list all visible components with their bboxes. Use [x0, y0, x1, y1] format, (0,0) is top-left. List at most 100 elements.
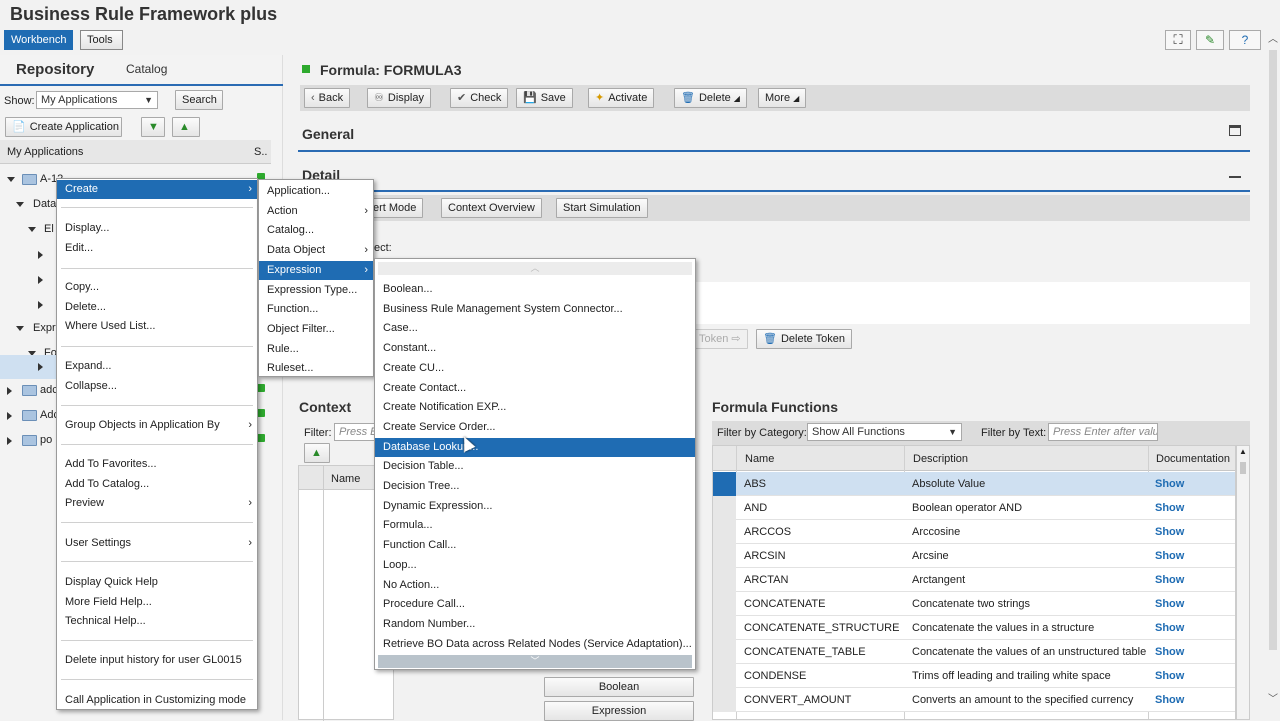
- expression-menu-item[interactable]: Dynamic Expression...: [375, 497, 695, 516]
- maximize-icon[interactable]: [1229, 125, 1241, 136]
- search-button[interactable]: Search: [175, 90, 223, 110]
- expression-menu-item[interactable]: Decision Tree...: [375, 477, 695, 496]
- back-button[interactable]: ‹ Back: [304, 88, 351, 108]
- row-selector[interactable]: [713, 592, 736, 616]
- collapse-icon[interactable]: [7, 437, 12, 445]
- documentation-link[interactable]: Show: [1155, 520, 1235, 544]
- documentation-link[interactable]: Show: [1155, 616, 1235, 640]
- expert-mode-button[interactable]: ert Mode: [366, 198, 424, 218]
- expression-menu-item[interactable]: Boolean...: [375, 280, 695, 299]
- expression-menu-item[interactable]: Function Call...: [375, 536, 695, 555]
- table-row[interactable]: ABS Absolute Value Show: [713, 472, 1235, 496]
- boolean-type-button[interactable]: Boolean: [544, 677, 694, 697]
- functions-scrollbar[interactable]: ▲: [1236, 445, 1250, 720]
- check-button[interactable]: ✔ Check: [450, 88, 509, 108]
- create-menu-item[interactable]: Ruleset...: [259, 359, 373, 378]
- create-menu-item[interactable]: Catalog...: [259, 221, 373, 240]
- context-menu-item[interactable]: Add To Catalog...: [57, 475, 257, 494]
- expression-menu-item[interactable]: Decision Table...: [375, 457, 695, 476]
- fullscreen-icon[interactable]: ⛶: [1165, 30, 1191, 50]
- expression-menu-item[interactable]: Case...: [375, 319, 695, 338]
- expression-menu-item[interactable]: Business Rule Management System Connecto…: [375, 300, 695, 319]
- row-selector[interactable]: [713, 520, 736, 544]
- table-row[interactable]: AND Boolean operator AND Show: [713, 496, 1235, 520]
- menu-scroll-down[interactable]: ﹀: [378, 655, 692, 668]
- row-selector[interactable]: [713, 616, 736, 640]
- row-selector[interactable]: [713, 640, 736, 664]
- context-menu-item[interactable]: User Settings ›: [57, 534, 257, 553]
- context-menu-item[interactable]: Create ›: [57, 180, 257, 199]
- general-section-title[interactable]: General: [302, 126, 354, 142]
- context-menu-item[interactable]: Delete...: [57, 298, 257, 317]
- expand-icon[interactable]: [28, 227, 36, 232]
- create-menu-item[interactable]: Application...: [259, 182, 373, 201]
- category-select[interactable]: Show All Functions ▼: [807, 423, 962, 441]
- scroll-up-icon[interactable]: ︿: [1268, 30, 1278, 45]
- row-selector[interactable]: [713, 664, 736, 688]
- context-menu-item[interactable]: Technical Help...: [57, 612, 257, 631]
- personalize-icon[interactable]: ✎: [1196, 30, 1224, 50]
- context-menu-item[interactable]: Delete input history for user GL0015: [57, 651, 257, 670]
- tab-catalog[interactable]: Catalog: [126, 62, 167, 76]
- context-menu-item[interactable]: Display Quick Help: [57, 573, 257, 592]
- create-menu-item[interactable]: Data Object ›: [259, 241, 373, 260]
- context-menu-item[interactable]: Expand...: [57, 357, 257, 376]
- context-menu-item[interactable]: Add To Favorites...: [57, 455, 257, 474]
- scroll-down-icon[interactable]: ﹀: [1268, 690, 1278, 705]
- context-overview-button[interactable]: Context Overview: [441, 198, 542, 218]
- collapse-icon[interactable]: [38, 276, 43, 284]
- expand-icon[interactable]: [16, 202, 24, 207]
- collapse-icon[interactable]: [38, 301, 43, 309]
- expression-menu-item[interactable]: Create Contact...: [375, 379, 695, 398]
- expression-menu-item[interactable]: Constant...: [375, 339, 695, 358]
- table-row[interactable]: CONCATENATE Concatenate two strings Show: [713, 592, 1235, 616]
- create-menu-item[interactable]: Expression ›: [259, 260, 373, 280]
- expression-menu-item[interactable]: Procedure Call...: [375, 595, 695, 614]
- sort-down-icon[interactable]: ▼: [141, 117, 165, 137]
- expression-menu-item[interactable]: Retrieve BO Data across Related Nodes (S…: [375, 635, 695, 654]
- context-menu-item[interactable]: Group Objects in Application By ›: [57, 416, 257, 435]
- table-row[interactable]: CONDENSE Trims off leading and trailing w…: [713, 664, 1235, 688]
- sort-up-icon[interactable]: ▲: [172, 117, 200, 137]
- expression-type-button[interactable]: Expression: [544, 701, 694, 721]
- tree-item-formula3-selected[interactable]: [0, 355, 60, 379]
- documentation-link[interactable]: Show: [1155, 592, 1235, 616]
- documentation-link[interactable]: Show: [1155, 688, 1235, 712]
- row-selector[interactable]: [713, 496, 736, 520]
- row-selector[interactable]: [713, 688, 736, 712]
- table-row[interactable]: CONCATENATE_STRUCTURE Concatenate the val…: [713, 616, 1235, 640]
- more-button[interactable]: More ◢: [758, 88, 807, 108]
- create-menu-item[interactable]: Object Filter...: [259, 320, 373, 339]
- row-selector[interactable]: [713, 544, 736, 568]
- documentation-link[interactable]: Show: [1155, 568, 1235, 592]
- table-row[interactable]: ARCTAN Arctangent Show: [713, 568, 1235, 592]
- documentation-link[interactable]: Show: [1155, 472, 1235, 496]
- scrollbar-thumb[interactable]: [1269, 50, 1277, 650]
- create-menu-item[interactable]: Rule...: [259, 340, 373, 359]
- context-menu-item[interactable]: Edit...: [57, 239, 257, 258]
- collapse-icon[interactable]: [7, 412, 12, 420]
- tab-workbench[interactable]: Workbench: [4, 30, 74, 50]
- create-application-button[interactable]: 📄 Create Application: [5, 117, 122, 137]
- collapse-icon[interactable]: [38, 363, 43, 371]
- expression-menu-item[interactable]: Loop...: [375, 556, 695, 575]
- col-description[interactable]: Description: [913, 453, 968, 465]
- filter-text-input[interactable]: Press Enter after valu: [1048, 423, 1158, 441]
- documentation-link[interactable]: Show: [1155, 544, 1235, 568]
- start-simulation-button[interactable]: Start Simulation: [556, 198, 648, 218]
- delete-token-button[interactable]: 🗑 Delete Token: [756, 329, 852, 349]
- table-row[interactable]: CONVERT_AMOUNT Converts an amount to the …: [713, 688, 1235, 712]
- expand-icon[interactable]: [7, 177, 15, 182]
- expression-menu-item[interactable]: Create Service Order...: [375, 418, 695, 437]
- table-row[interactable]: CONCATENATE_TABLE Concatenate the values …: [713, 640, 1235, 664]
- display-button[interactable]: ♾ Display: [367, 88, 431, 108]
- expression-menu-item[interactable]: No Action...: [375, 576, 695, 595]
- expression-menu-item[interactable]: Create CU...: [375, 359, 695, 378]
- activate-button[interactable]: ✦ Activate: [588, 88, 655, 108]
- create-menu-item[interactable]: Expression Type...: [259, 281, 373, 300]
- context-menu-item[interactable]: Preview ›: [57, 494, 257, 513]
- show-select[interactable]: My Applications ▼: [36, 91, 158, 109]
- delete-button[interactable]: 🗑 Delete ◢: [674, 88, 747, 108]
- scroll-up-icon[interactable]: ▲: [1239, 447, 1247, 456]
- expression-menu-item[interactable]: Create Notification EXP...: [375, 398, 695, 417]
